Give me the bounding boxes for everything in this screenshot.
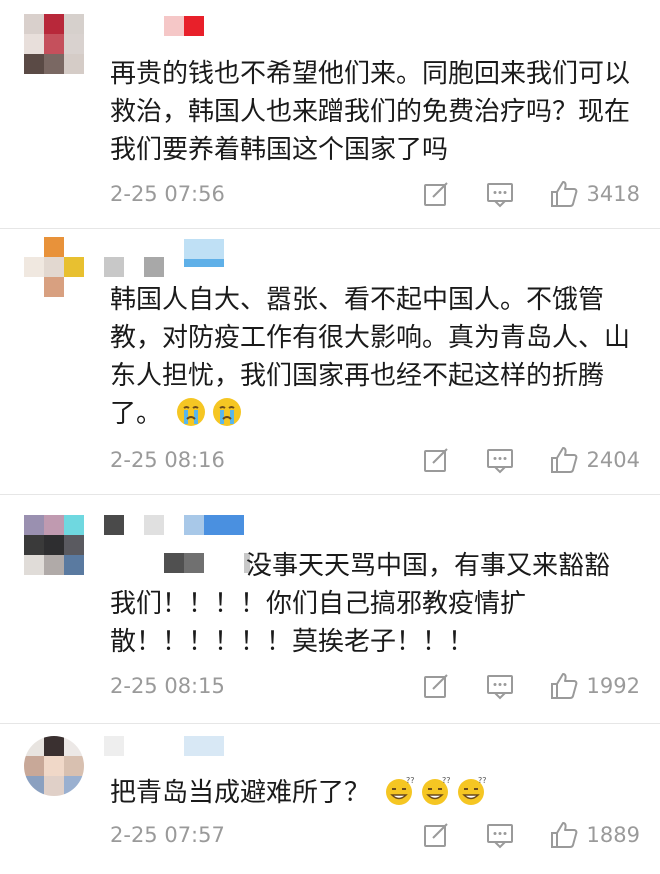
edit-icon[interactable] [421,179,451,209]
avatar[interactable] [24,736,84,796]
comment-meta: 2-25 08:15 1992 [110,671,640,701]
comment-time: 2-25 08:15 [110,674,225,698]
like-count: 3418 [586,182,640,206]
edit-icon[interactable] [421,445,451,475]
edit-icon[interactable] [421,671,451,701]
comment-time: 2-25 08:16 [110,448,225,472]
username-pixelated[interactable] [104,515,244,535]
comment-text: 没事天天骂中国，有事又来豁豁我们！！！！你们自己搞邪教疫情扩散！！！！！！莫挨老… [110,551,611,657]
comment-meta: 2-25 08:16 2404 [110,445,640,475]
thumbs-up-icon[interactable] [549,671,579,701]
thumbs-up-icon[interactable] [549,445,579,475]
comment-icon[interactable] [485,820,515,850]
comment-text: 再贵的钱也不希望他们来。同胞回来我们可以救治，韩国人也来蹭我们的免费治疗吗？现在… [110,59,631,165]
comment-icon[interactable] [485,445,515,475]
comment-actions: 3418 [421,179,640,209]
comment-item: 再贵的钱也不希望他们来。同胞回来我们可以救治，韩国人也来蹭我们的免费治疗吗？现在… [0,0,660,228]
comment-icon[interactable] [485,671,515,701]
username-pixelated[interactable] [164,16,204,36]
comment-meta: 2-25 07:56 3418 [110,179,640,209]
thinking-grin-face-icon: ?? [456,776,487,806]
username-pixelated[interactable] [104,736,224,756]
username-pixelated[interactable] [184,259,224,267]
avatar[interactable] [24,14,84,74]
comment-actions: 2404 [421,445,640,475]
thumbs-up-icon[interactable] [549,179,579,209]
crying-face-icon [176,397,206,427]
comment-actions: 1889 [421,820,640,850]
edit-icon[interactable] [421,820,451,850]
thumbs-up-icon[interactable] [549,820,579,850]
comment-meta: 2-25 07:57 1889 [110,820,640,850]
username-pixelated[interactable] [184,239,224,259]
svg-text:??: ?? [442,776,450,785]
avatar[interactable] [24,237,84,297]
comment-text-body: 把青岛当成避难所了？ [110,778,371,808]
username-pixelated[interactable] [104,257,164,277]
like-count: 1992 [586,674,640,698]
comment-text: 韩国人自大、嚣张、看不起中国人。不饿管教，对防疫工作有很大影响。真为青岛人、山东… [110,281,630,433]
like-count: 1889 [586,823,640,847]
comment-actions: 1992 [421,671,640,701]
like-count: 2404 [586,448,640,472]
comment-item: 没事天天骂中国，有事又来豁豁我们！！！！你们自己搞邪教疫情扩散！！！！！！莫挨老… [0,495,660,723]
comment-item: 把青岛当成避难所了？ ?????? 2-25 07:57 1889 [0,724,660,874]
comment-time: 2-25 07:57 [110,823,225,847]
crying-face-icon [212,397,242,427]
comment-icon[interactable] [485,179,515,209]
svg-text:??: ?? [406,776,414,785]
thinking-grin-face-icon: ?? [384,776,415,806]
comment-text: 把青岛当成避难所了？ ?????? [110,774,630,812]
avatar[interactable] [24,515,84,575]
thinking-grin-face-icon: ?? [420,776,451,806]
svg-text:??: ?? [478,776,486,785]
comment-time: 2-25 07:56 [110,182,225,206]
comment-item: 韩国人自大、嚣张、看不起中国人。不饿管教，对防疫工作有很大影响。真为青岛人、山东… [0,229,660,494]
